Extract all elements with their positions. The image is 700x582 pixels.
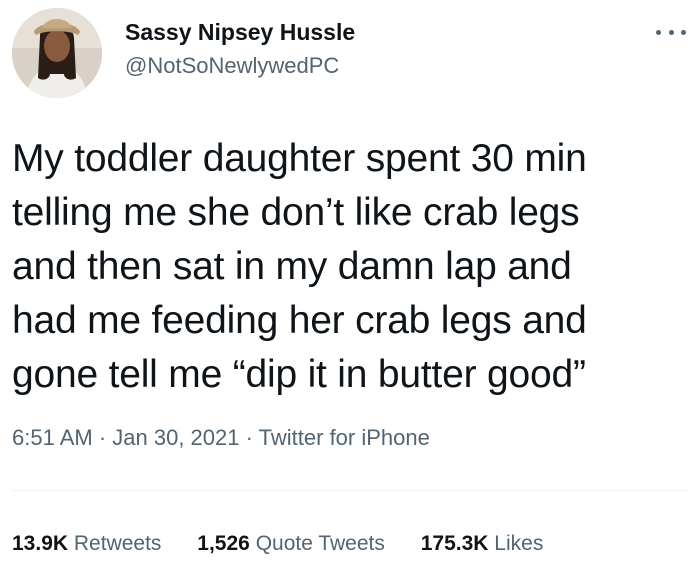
tweet-text-line: gone tell me “dip it in butter good” — [12, 353, 586, 396]
quote-tweets-stat[interactable]: 1,526 Quote Tweets — [197, 530, 385, 558]
ellipsis-icon — [668, 29, 674, 35]
avatar[interactable] — [12, 8, 102, 98]
retweets-stat[interactable]: 13.9K Retweets — [12, 530, 161, 558]
tweet-text-line: had me feeding her crab legs and — [12, 299, 587, 342]
tweet-time[interactable]: 6:51 AM — [12, 425, 93, 450]
tweet-date[interactable]: Jan 30, 2021 — [112, 425, 239, 450]
author-names: Sassy Nipsey Hussle @NotSoNewlywedPC — [125, 18, 355, 80]
tweet-card: Sassy Nipsey Hussle @NotSoNewlywedPC My … — [0, 0, 700, 582]
profile-photo-icon — [12, 8, 102, 98]
quote-tweets-label: Quote Tweets — [255, 532, 385, 555]
quote-tweets-count: 1,526 — [197, 532, 250, 555]
tweet-text-line: My toddler daughter spent 30 min — [12, 137, 587, 180]
user-handle[interactable]: @NotSoNewlywedPC — [125, 52, 355, 80]
tweet-text: My toddler daughter spent 30 min telling… — [12, 132, 692, 402]
display-name[interactable]: Sassy Nipsey Hussle — [125, 18, 355, 46]
tweet-meta: 6:51 AM · Jan 30, 2021 · Twitter for iPh… — [12, 424, 430, 452]
meta-separator: · — [92, 425, 113, 450]
retweets-label: Retweets — [73, 532, 162, 555]
tweet-header: Sassy Nipsey Hussle @NotSoNewlywedPC — [12, 8, 688, 100]
likes-label: Likes — [494, 532, 544, 555]
more-options-button[interactable] — [656, 22, 686, 42]
tweet-text-line: and then sat in my damn lap and — [12, 245, 572, 288]
tweet-source[interactable]: Twitter for iPhone — [259, 425, 430, 450]
tweet-text-line: telling me she don’t like crab legs — [12, 191, 580, 234]
ellipsis-icon — [681, 29, 686, 35]
likes-count: 175.3K — [420, 532, 489, 555]
ellipsis-icon — [656, 29, 661, 35]
meta-separator: · — [239, 425, 259, 450]
divider — [12, 490, 688, 491]
engagement-stats: 13.9K Retweets 1,526 Quote Tweets 175.3K… — [12, 530, 543, 558]
retweets-count: 13.9K — [12, 532, 69, 555]
likes-stat[interactable]: 175.3K Likes — [421, 530, 544, 558]
